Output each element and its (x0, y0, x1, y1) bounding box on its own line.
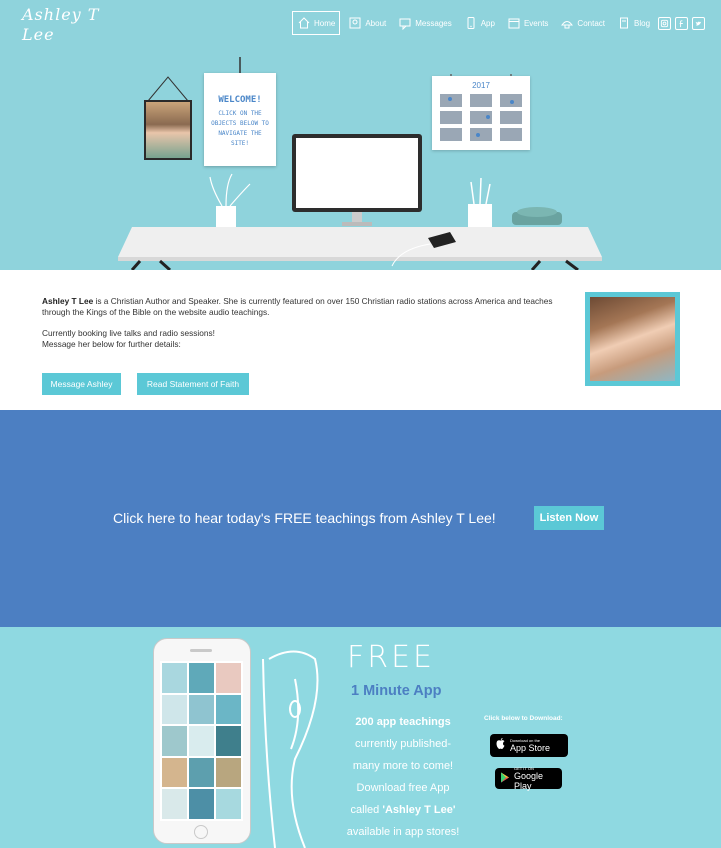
app-tile (189, 694, 214, 725)
welcome-title: WELCOME! (218, 95, 262, 105)
google-play-badge[interactable]: GET IT ON Google Play (495, 766, 562, 791)
site-header: Ashley T Lee CHRISTIAN AUTHOR AND SPEAKE… (0, 0, 721, 54)
app-tile (189, 726, 214, 756)
app-line-5: called 'Ashley T Lee' (338, 799, 468, 821)
app-tile (216, 726, 241, 756)
app-tile (189, 757, 214, 788)
app-promo-section: FREE 1 Minute App 200 app teachings curr… (0, 627, 721, 848)
nav-item-app[interactable]: App (460, 11, 499, 35)
app-tile (216, 789, 241, 819)
free-heading: FREE (347, 640, 436, 675)
nav-item-messages[interactable]: Messages (394, 11, 455, 35)
nav-item-about[interactable]: About (344, 11, 390, 35)
app-tile (216, 757, 241, 788)
app-tile (162, 663, 187, 693)
app-line-5-prefix: called (350, 804, 383, 816)
app-line-4: Download free App (356, 782, 450, 794)
nav-item-home[interactable]: Home (292, 11, 341, 35)
site-logo[interactable]: Ashley T Lee CHRISTIAN AUTHOR AND SPEAKE… (22, 5, 122, 54)
google-play-icon (500, 770, 510, 788)
blog-icon (617, 16, 631, 30)
nav-item-events[interactable]: Events (503, 11, 552, 35)
app-tile (216, 694, 241, 725)
nav-label: Home (314, 18, 336, 28)
app-tile (162, 694, 187, 725)
app-tile (162, 757, 187, 788)
app-store-badge[interactable]: Download on the App Store (490, 734, 568, 757)
about-name: Ashley T Lee (42, 296, 94, 306)
welcome-text: CLICK ON THE OBJECTS BELOW TO NAVIGATE T… (211, 110, 269, 147)
nav-label: App (480, 18, 495, 28)
app-tile (189, 789, 214, 819)
monitor-screen (296, 138, 418, 208)
app-store-big: App Store (510, 743, 551, 753)
booking-line-1: Currently booking live talks and radio s… (42, 328, 215, 338)
contact-icon (560, 16, 574, 30)
nav-label: Messages (415, 18, 452, 28)
booking-line-2: Message her below for further details: (42, 339, 181, 349)
about-intro: Ashley T Lee is a Christian Author and S… (42, 296, 572, 318)
about-intro-text: is a Christian Author and Speaker. She i… (42, 296, 553, 317)
facebook-icon[interactable] (675, 16, 689, 30)
about-icon (348, 16, 362, 30)
app-store-text: Download on the App Store (510, 738, 550, 753)
calendar-grid (440, 94, 522, 141)
message-ashley-button[interactable]: Message Ashley (42, 373, 121, 395)
google-play-text: GET IT ON Google Play (514, 766, 557, 791)
app-tile (162, 726, 187, 756)
nav-label: Blog (634, 18, 651, 28)
author-photo-image (590, 297, 675, 381)
social-links (658, 16, 706, 30)
app-line-2: currently published- (355, 738, 451, 750)
about-section: Ashley T Lee is a Christian Author and S… (0, 270, 721, 410)
nav-label: About (365, 18, 387, 28)
main-nav: Home About Messages App Events Contact B… (292, 11, 706, 35)
instagram-icon[interactable] (658, 16, 672, 30)
app-description: 200 app teachings currently published- m… (338, 711, 468, 843)
hero-desk-scene: WELCOME! CLICK ON THE OBJECTS BELOW TO N… (0, 44, 721, 270)
messages-icon (398, 16, 412, 30)
app-line-1: 200 app teachings (355, 716, 451, 728)
app-icon (464, 16, 478, 30)
nav-label: Events (523, 18, 549, 28)
events-calendar[interactable]: 2017 (432, 76, 530, 150)
calendar-year: 2017 (472, 81, 490, 90)
app-line-5-name: 'Ashley T Lee' (382, 804, 456, 816)
home-icon (297, 16, 311, 30)
app-tile (189, 663, 214, 693)
app-line-6: available in app stores! (346, 826, 460, 838)
app-tile (216, 663, 241, 693)
phone-screen (160, 661, 243, 821)
listen-banner[interactable]: Click here to hear today's FREE teaching… (0, 410, 721, 627)
phone-home-button (194, 825, 208, 839)
google-play-big: Google Play (514, 771, 544, 791)
statement-of-faith-button[interactable]: Read Statement of Faith (137, 373, 249, 395)
download-label: Click below to Download: (484, 715, 563, 722)
app-subtitle: 1 Minute App (351, 683, 442, 699)
banner-text: Click here to hear today's FREE teaching… (113, 510, 496, 526)
about-text: Ashley T Lee is a Christian Author and S… (42, 296, 572, 350)
nav-label: Contact (577, 18, 605, 28)
portrait-frame[interactable] (144, 100, 192, 160)
author-photo (585, 292, 680, 386)
app-tile (162, 789, 187, 819)
computer-monitor[interactable] (292, 134, 422, 212)
twitter-icon[interactable] (692, 16, 706, 30)
portrait-image (146, 102, 190, 158)
nav-item-contact[interactable]: Contact (556, 11, 609, 35)
events-icon (507, 16, 521, 30)
earphones-illustration (262, 650, 319, 848)
apple-icon (495, 737, 506, 755)
listen-now-button[interactable]: Listen Now (534, 506, 604, 530)
app-line-3: many more to come! (352, 760, 454, 772)
logo-name: Ashley T Lee (22, 5, 100, 44)
phone-speaker (190, 649, 212, 652)
welcome-card[interactable]: WELCOME! CLICK ON THE OBJECTS BELOW TO N… (204, 73, 276, 166)
nav-item-blog[interactable]: Blog (613, 11, 654, 35)
phone-mockup (153, 638, 251, 844)
